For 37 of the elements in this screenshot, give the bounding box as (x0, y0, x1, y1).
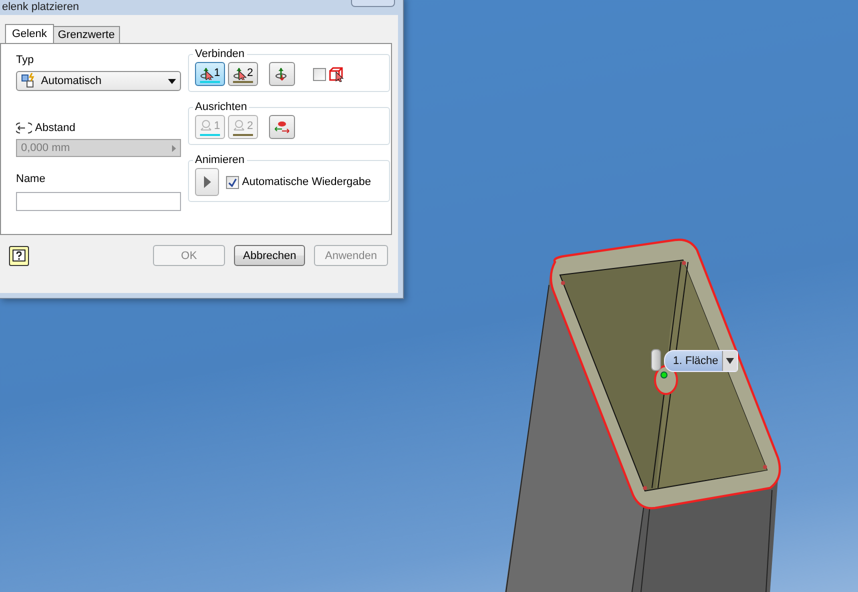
axis-cursor-icon (232, 66, 247, 80)
checkbox[interactable] (226, 176, 239, 188)
second-selection-button[interactable]: 2 (228, 62, 258, 86)
flip-button[interactable] (269, 62, 295, 86)
group-title: Verbinden (194, 48, 246, 60)
help-button[interactable] (9, 246, 29, 266)
close-button[interactable] (351, 0, 395, 7)
swap-arrows-icon (274, 121, 290, 133)
axis-flip-icon (275, 67, 289, 81)
cube-cursor-icon (329, 66, 345, 82)
type-dropdown[interactable]: Automatisch (16, 71, 181, 91)
field-label: Typ (16, 54, 35, 67)
align-icon (200, 120, 214, 132)
group-title: Ausrichten (194, 101, 248, 113)
arrow-right-icon (172, 144, 176, 152)
selection-tooltip[interactable]: 1. Fläche (664, 350, 738, 372)
window-title: elenk platzieren (2, 1, 80, 13)
checkbox[interactable] (313, 68, 326, 80)
swap-direction-button[interactable] (269, 115, 295, 139)
field-label: Abstand (35, 122, 76, 134)
dropdown-arrow-icon (168, 78, 176, 84)
tab[interactable]: Grenzwerte (52, 26, 120, 43)
group-title: Animieren (194, 154, 246, 166)
align-icon (232, 120, 247, 132)
first-selection-button[interactable]: 1 (195, 62, 225, 86)
cancel-button[interactable]: Abbrechen (234, 245, 305, 266)
axis-cursor-icon (200, 66, 214, 80)
parts-icon (21, 73, 37, 89)
play-button[interactable] (195, 168, 219, 196)
distance-icon (16, 122, 32, 134)
tab[interactable]: Gelenk (5, 24, 54, 43)
grip-handle[interactable] (651, 349, 661, 371)
field-label: Name (16, 173, 46, 186)
play-icon (204, 176, 210, 188)
name-field[interactable] (16, 192, 181, 211)
checkbox-label: Automatische Wiedergabe (242, 176, 372, 188)
dropdown-arrow-icon (726, 358, 734, 364)
